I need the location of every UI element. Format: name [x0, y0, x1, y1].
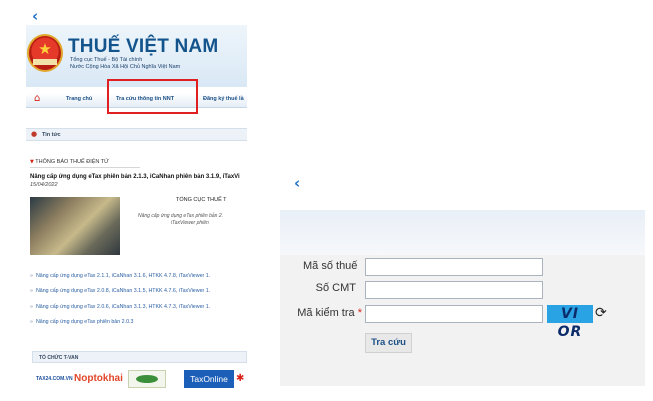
headline-link[interactable]: Nâng cấp ứng dụng eTax phiên bản 2.1.3, …	[30, 174, 240, 180]
article-organization: TỔNG CỤC THUẾ T	[176, 197, 227, 203]
captcha-label: Mã kiểm tra *	[280, 307, 362, 319]
tvan-section-header: TỔ CHỨC T-VAN	[32, 351, 247, 363]
news-list-item-label: Nâng cấp ứng dụng eTax phiên bản 2.0.3	[35, 319, 134, 325]
bullet-icon: »	[30, 304, 33, 310]
headline-date: 15/04/2022	[30, 182, 58, 188]
article-snippet-line2: iTaxViewer phiên	[171, 220, 209, 226]
id-card-label: Số CMT	[315, 282, 356, 294]
news-section-label: Tin tức	[42, 132, 61, 138]
national-emblem-icon: ★	[27, 34, 63, 72]
news-list-item[interactable]: » Nâng cấp ứng dụng eTax 2.0.6, iCaNhan 3…	[30, 304, 210, 310]
home-icon[interactable]: ⌂	[34, 94, 40, 104]
tax24-logo[interactable]: TAX24.COM.VN	[36, 370, 73, 388]
tax-code-input[interactable]	[365, 258, 543, 276]
etax-announcement-label: THÔNG BÁO THUẾ ĐIỆN TỬ	[35, 159, 109, 165]
tax-code-label: Mã số thuế	[303, 260, 358, 272]
site-subtitle-country: Nước Cộng Hòa Xã Hội Chủ Nghĩa Việt Nam	[70, 64, 181, 70]
partial-provider-logo[interactable]: ✱	[236, 370, 247, 388]
news-icon: ●	[31, 130, 38, 138]
news-list-item-label: Nâng cấp ứng dụng eTax 2.0.8, iCaNhan 3.…	[35, 288, 211, 294]
captcha-label-text: Mã kiểm tra	[297, 307, 355, 319]
news-list-item[interactable]: » Nâng cấp ứng dụng eTax phiên bản 2.0.3	[30, 319, 133, 325]
refresh-captcha-icon[interactable]: ⟳	[595, 303, 607, 323]
news-list-item-label: Nâng cấp ứng dụng eTax 2.1.1, iCaNhan 3.…	[35, 273, 211, 279]
site-subtitle-ministry: Tổng cục Thuế - Bộ Tài chính	[70, 57, 143, 63]
news-list-item[interactable]: » Nâng cấp ứng dụng eTax 2.1.1, iCaNhan 3…	[30, 273, 210, 279]
site-header: ★ THUẾ VIỆT NAM Tổng cục Thuế - Bộ Tài c…	[26, 25, 247, 87]
news-list-item-label: Nâng cấp ứng dụng eTax 2.0.6, iCaNhan 3.…	[35, 304, 211, 310]
divider	[30, 167, 140, 168]
tvan-section-label: TỔ CHỨC T-VAN	[39, 355, 79, 361]
green-provider-logo[interactable]	[128, 370, 166, 388]
bullet-icon: »	[30, 288, 33, 294]
captcha-image: VI OR	[547, 305, 593, 340]
news-section-header: ● Tin tức	[26, 128, 247, 141]
back-arrow-icon[interactable]: ‹	[294, 176, 300, 191]
site-title: THUẾ VIỆT NAM	[68, 36, 219, 57]
id-card-input[interactable]	[365, 281, 543, 299]
article-snippet-line1: Nâng cấp ứng dụng eTax phiên bản 2.	[138, 213, 223, 219]
taxonline-logo[interactable]: TaxOnline	[184, 370, 234, 388]
bullet-icon: »	[30, 273, 33, 279]
article-thumbnail[interactable]	[30, 197, 120, 255]
lookup-submit-button[interactable]: Tra cứu	[365, 333, 412, 353]
noptokhai-logo[interactable]: Noptokhai	[74, 370, 124, 388]
triangle-bullet-icon: ▼	[30, 159, 34, 165]
etax-announcement-title: ▼ THÔNG BÁO THUẾ ĐIỆN TỬ	[30, 159, 109, 165]
form-header-band	[280, 210, 645, 255]
back-arrow-icon[interactable]: ‹	[32, 9, 38, 24]
nav-home[interactable]: Trang chủ	[66, 96, 92, 102]
highlight-box	[107, 79, 198, 114]
news-list-item[interactable]: » Nâng cấp ứng dụng eTax 2.0.8, iCaNhan 3…	[30, 288, 210, 294]
required-mark: *	[357, 307, 362, 319]
captcha-input[interactable]	[365, 305, 543, 323]
bullet-icon: »	[30, 319, 33, 325]
nav-tax-registration[interactable]: Đăng ký thuế lầ	[203, 96, 244, 102]
